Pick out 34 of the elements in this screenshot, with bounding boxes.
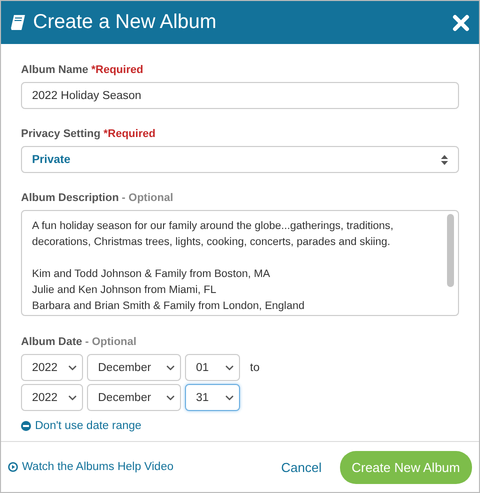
dialog-title: Create a New Album (33, 11, 218, 34)
minus-circle-icon (21, 421, 31, 431)
range-separator: to (250, 362, 260, 374)
description-field[interactable]: A fun holiday season for our family around the globe...gatherings, traditions, decorations, Christmas trees, lights, cooking, concerts, parades and skiing. Kim and Todd Johnson & Family from Boston, MA Julie and Ken Johnson from Miami, FL Barbara and Brian Smith & Family from London, England (21, 210, 459, 316)
field-label: Album Description (21, 192, 119, 204)
book-icon (10, 14, 26, 31)
optional-note: - Optional (85, 336, 136, 348)
required-note: *Required (103, 128, 156, 140)
chevron-icon (68, 364, 77, 370)
day-select[interactable]: 01 (185, 354, 240, 381)
close-icon[interactable] (452, 14, 470, 32)
required-note: *Required (91, 64, 144, 76)
month-select[interactable]: December (87, 384, 181, 411)
sort-arrows-icon (441, 154, 448, 164)
cancel-button[interactable]: Cancel (281, 460, 322, 474)
chevron-icon (68, 394, 77, 400)
privacy-select[interactable]: Private (21, 146, 459, 173)
day-select[interactable]: 31 (185, 384, 240, 411)
field-label: Album Date (21, 336, 82, 348)
chevron-icon (225, 364, 234, 370)
chevron-icon (166, 394, 175, 400)
field-label: Album Name (21, 64, 88, 76)
date-range-link[interactable]: Don't use date range (21, 420, 142, 432)
chevron-icon (166, 364, 175, 370)
year-select[interactable]: 2022 (21, 354, 83, 381)
chevron-icon (225, 394, 234, 400)
album-name-field[interactable]: 2022 Holiday Season (21, 82, 459, 109)
play-circle-icon (8, 462, 18, 472)
field-label: Privacy Setting (21, 128, 100, 140)
year-select[interactable]: 2022 (21, 384, 83, 411)
month-select[interactable]: December (87, 354, 181, 381)
help-video-link[interactable]: Watch the Albums Help Video (8, 461, 282, 473)
optional-note: - Optional (122, 192, 174, 204)
scrollbar-thumb[interactable] (447, 214, 454, 287)
